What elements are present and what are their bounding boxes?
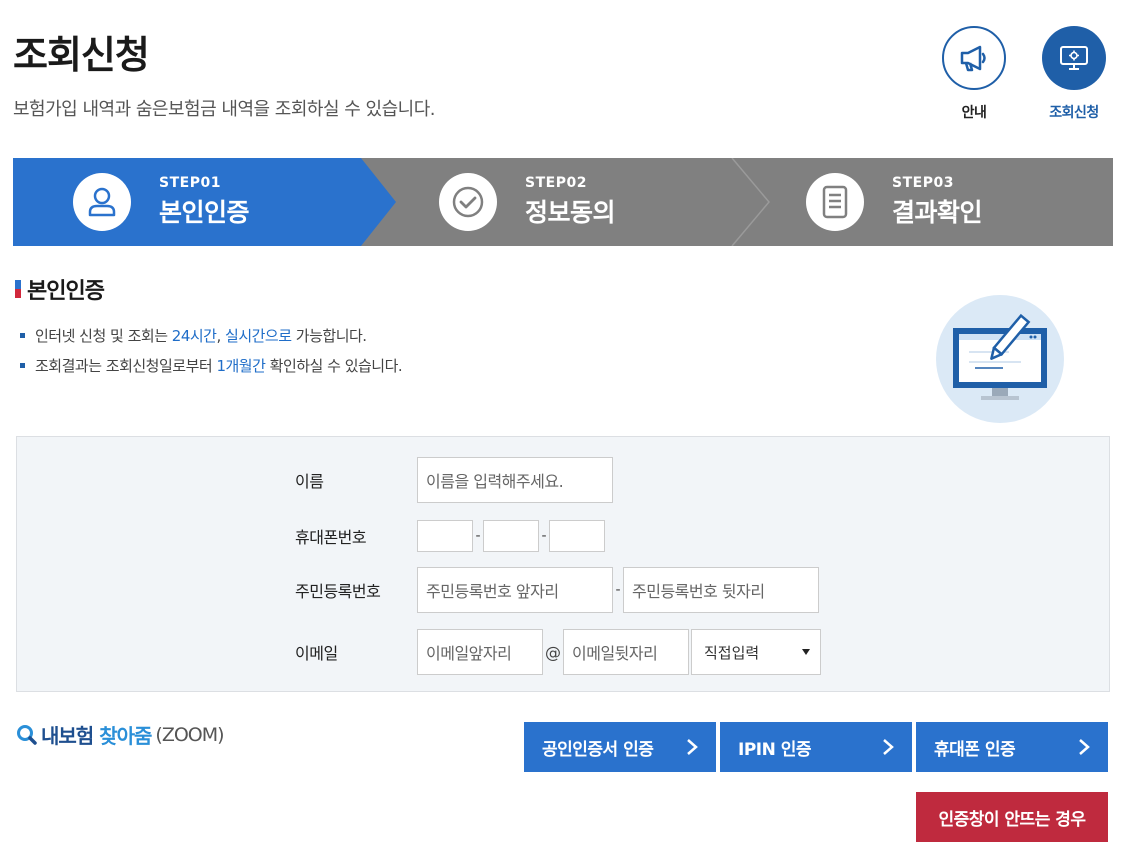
page-subtitle: 보험가입 내역과 숨은보험금 내역을 조회하실 수 있습니다. [13,99,436,120]
document-icon [822,185,848,219]
step-3: STEP03 결과확인 [806,158,983,246]
name-row: 이름 이름을 입력해주세요. [295,457,613,503]
check-circle-icon [452,186,484,218]
phone-auth-label: 휴대폰 인증 [934,739,1016,760]
rrn-front-input[interactable]: 주민등록번호 앞자리 [417,567,613,613]
section-title: 본인인증 [15,273,105,305]
section-title-marker [15,280,21,298]
step-2-name: 정보동의 [525,198,616,227]
cert-auth-label: 공인인증서 인증 [542,739,654,760]
megaphone-icon [960,45,986,72]
step-2-number: STEP02 [525,175,587,191]
email-label: 이메일 [295,644,338,663]
step-1-number: STEP01 [159,175,221,191]
name-input[interactable]: 이름을 입력해주세요. [417,457,613,503]
inquiry-button-label: 조회신청 [1049,105,1099,121]
section-title-text: 본인인증 [27,279,105,304]
zoom-logo: 내보험 찾아줌 (ZOOM) [16,720,225,749]
phone-label: 휴대폰번호 [295,528,367,547]
email-domain-select-value: 직접입력 [704,643,760,662]
notice-item: 조회결과는 조회신청일로부터 1개월간 확인하실 수 있습니다. [20,355,403,385]
phone-auth-button[interactable]: 휴대폰 인증 [916,722,1108,772]
page-title: 조회신청 [13,33,150,77]
chevron-right-icon [687,739,698,755]
chevron-right-icon [1079,739,1090,755]
magnifier-icon [17,724,37,745]
monitor-illustration [936,295,1064,423]
phone-input-1[interactable] [417,520,473,552]
ipin-auth-button[interactable]: IPIN 인증 [720,722,912,772]
email-row: 이메일 이메일앞자리 @ 이메일뒷자리 직접입력 [295,629,821,675]
rrn-label: 주민등록번호 [295,582,381,601]
notice-list: 인터넷 신청 및 조회는 24시간, 실시간으로 가능합니다. 조회결과는 조회… [20,325,403,385]
email-domain-select[interactable]: 직접입력 [691,629,821,675]
user-icon [88,187,116,217]
rrn-separator: - [615,582,621,598]
step-1: STEP01 본인인증 [73,158,250,246]
step-3-number: STEP03 [892,175,954,191]
email-at-sign: @ [545,642,561,662]
notice-item: 인터넷 신청 및 조회는 24시간, 실시간으로 가능합니다. [20,325,402,355]
auth-popup-help-button[interactable]: 인증창이 안뜨는 경우 [916,792,1108,842]
step-3-name: 결과확인 [892,198,983,227]
inquiry-button[interactable]: 조회신청 [1041,26,1107,122]
cert-auth-button[interactable]: 공인인증서 인증 [524,722,716,772]
phone-input-3[interactable] [549,520,605,552]
chevron-right-icon [883,739,894,755]
verification-form: 이름 이름을 입력해주세요. 휴대폰번호 - - 주민등록번호 주민등록번호 앞… [16,436,1110,692]
step-2: STEP02 정보동의 [439,158,616,246]
email-domain-input[interactable]: 이메일뒷자리 [563,629,689,675]
name-label: 이름 [295,472,324,491]
phone-separator: - [475,528,481,544]
ipin-auth-label: IPIN 인증 [738,739,812,760]
step-progress-bar: STEP01 본인인증 STEP02 정보동의 STEP03 결과확인 [13,158,1113,246]
guide-button[interactable]: 안내 [941,26,1007,122]
caret-down-icon [802,649,810,655]
phone-row: 휴대폰번호 - - [295,520,605,552]
phone-input-2[interactable] [483,520,539,552]
phone-separator: - [541,528,547,544]
step-1-name: 본인인증 [159,198,250,227]
rrn-row: 주민등록번호 주민등록번호 앞자리 - 주민등록번호 뒷자리 [295,567,819,613]
rrn-back-input[interactable]: 주민등록번호 뒷자리 [623,567,819,613]
email-local-input[interactable]: 이메일앞자리 [417,629,543,675]
monitor-gear-icon [1060,46,1088,70]
guide-button-label: 안내 [961,105,987,121]
